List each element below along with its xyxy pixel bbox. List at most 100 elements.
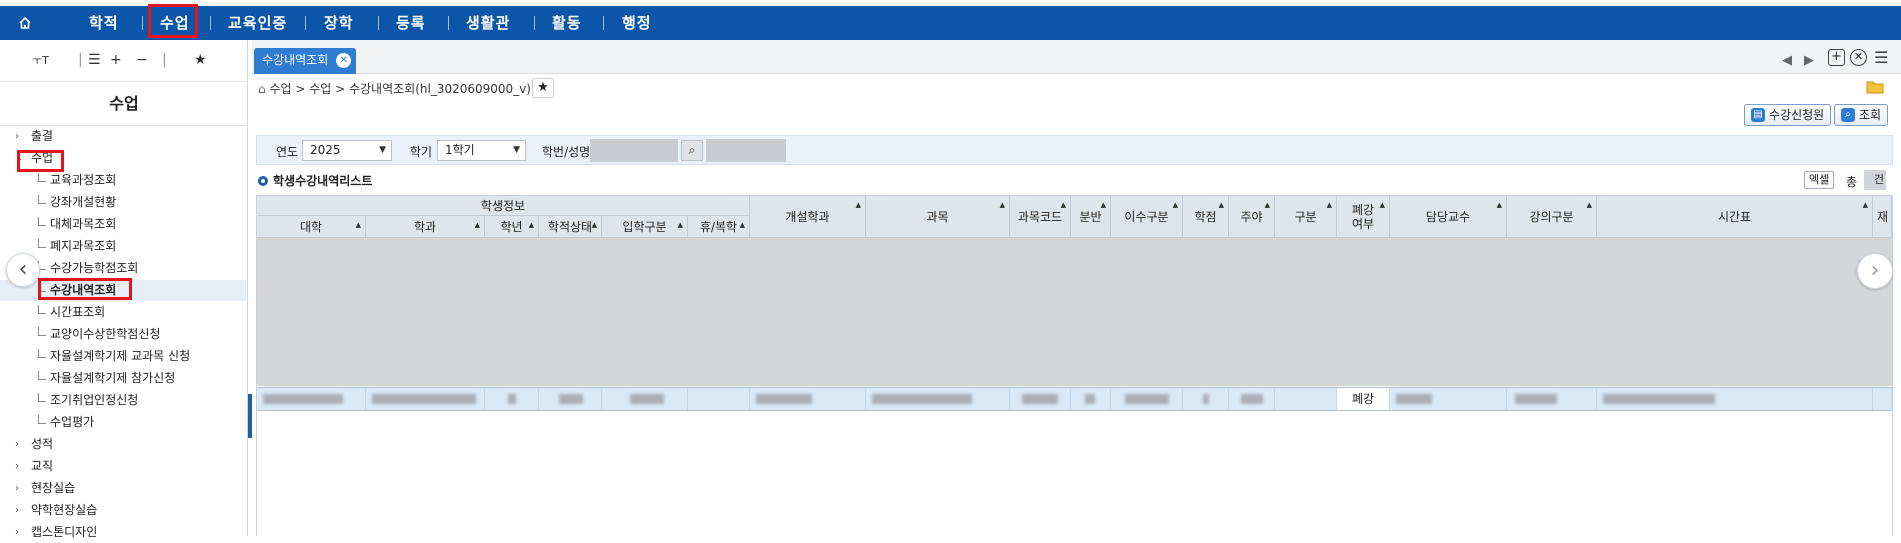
sidebar-item[interactable]: › 출결 <box>0 126 246 147</box>
list-icon[interactable]: ☰ <box>88 52 101 68</box>
sidebar-item-label: 수강가능학점조회 <box>50 261 139 275</box>
menu-sueop[interactable]: 수업 <box>160 6 190 40</box>
header-completion[interactable]: 이수구분 ▲ <box>1111 196 1183 238</box>
sidebar-title: 수업 <box>0 82 248 126</box>
sidebar-item-label: 교육과정조회 <box>50 173 117 187</box>
sidebar-item[interactable]: 시간표조회 <box>0 302 246 323</box>
header-dept[interactable]: 학과 ▲ <box>366 216 485 238</box>
tab-menu-icon[interactable]: ☰ <box>1874 48 1888 67</box>
sidebar-item[interactable]: 강좌개설현황 <box>0 192 246 213</box>
header-course-code[interactable]: 과목코드 ▲ <box>1010 196 1071 238</box>
menu-registration[interactable]: 등록 <box>396 6 426 40</box>
student-name-field <box>706 139 786 162</box>
sidebar-item-label: 수강내역조회 <box>50 283 117 297</box>
search-button[interactable]: ⌕ 조회 <box>1834 104 1889 126</box>
sidebar-splitter-handle[interactable] <box>248 394 252 438</box>
cell-section <box>1071 388 1111 410</box>
menu-dormitory[interactable]: 생활관 <box>466 6 510 40</box>
header-lecture-type[interactable]: 강의구분 ▲ <box>1507 196 1597 238</box>
menu-hakjeok[interactable]: 학적 <box>89 6 119 40</box>
course-application-print-button[interactable]: ▤ 수강신청원 <box>1744 104 1832 126</box>
header-professor[interactable]: 담당교수 ▲ <box>1390 196 1507 238</box>
header-student-info: 학생정보 <box>257 196 750 216</box>
student-id-input[interactable] <box>590 139 678 162</box>
close-all-icon[interactable]: ✕ <box>1850 49 1867 66</box>
header-category[interactable]: 구분 ▲ <box>1275 196 1337 238</box>
tab-course-history[interactable]: 수강내역조회 ✕ <box>254 48 357 74</box>
menu-activity[interactable]: 활동 <box>552 6 582 40</box>
sidebar-item[interactable]: ⌄ 수업 <box>0 148 246 169</box>
sidebar-item[interactable]: 수강내역조회 <box>0 280 246 301</box>
header-timetable[interactable]: 시간표 ▲ <box>1597 196 1873 238</box>
tab-scroll-left-icon[interactable]: ◀ <box>1782 53 1792 68</box>
header-grade[interactable]: 학년 ▲ <box>485 216 539 238</box>
header-leave[interactable]: 휴/복학 ▲ <box>688 216 750 238</box>
chevron-right-icon: › <box>15 131 19 142</box>
year-value: 2025 <box>310 143 341 157</box>
sidebar-item-label: 캡스톤디자인 <box>31 525 98 539</box>
header-day-night[interactable]: 주야 ▲ <box>1229 196 1275 238</box>
sidebar-item[interactable]: 수업평가 <box>0 412 246 433</box>
previous-page-button[interactable]: ‹ <box>6 253 40 287</box>
cell-extra <box>1873 388 1892 410</box>
menu-separator <box>305 16 306 30</box>
collapse-all-button[interactable]: − <box>136 52 148 68</box>
cell-cancel: 폐강 <box>1337 388 1390 410</box>
cell-univ <box>257 388 366 410</box>
header-extra[interactable]: 재 <box>1873 196 1892 238</box>
sidebar-item[interactable]: 교양이수상한학점신청 <box>0 324 246 345</box>
sidebar-toolbar: ㅜT | ☰ + − | ★ <box>0 40 248 82</box>
course-application-label: 수강신청원 <box>1769 108 1825 122</box>
header-cancel[interactable]: 폐강 여부 ▲ <box>1337 196 1390 238</box>
sidebar-item[interactable]: 자율설계학기제 교과목 신청 <box>0 346 246 367</box>
home-button[interactable] <box>0 6 50 40</box>
font-size-icon[interactable]: ㅜT <box>32 52 49 68</box>
cell-status <box>539 388 602 410</box>
favorite-star-icon[interactable]: ★ <box>194 52 207 68</box>
sidebar-item[interactable]: 자율설계학기제 참가신청 <box>0 368 246 389</box>
header-section[interactable]: 분반 ▲ <box>1071 196 1111 238</box>
year-label: 연도 <box>276 145 299 159</box>
magnifier-icon: ⌕ <box>1841 108 1855 122</box>
tab-label: 수강내역조회 <box>262 53 329 67</box>
sidebar-item[interactable]: › 약학현장실습 <box>0 500 246 521</box>
header-univ[interactable]: 대학 ▲ <box>257 216 366 238</box>
sidebar-item-label: 시간표조회 <box>50 305 106 319</box>
new-window-icon[interactable]: + <box>1828 49 1845 66</box>
header-credit[interactable]: 학점 ▲ <box>1183 196 1229 238</box>
menu-separator <box>378 16 379 30</box>
next-page-button[interactable]: › <box>1857 253 1893 289</box>
chevron-right-icon: › <box>15 505 19 516</box>
sidebar-item[interactable]: › 교직 <box>0 456 246 477</box>
menu-education-cert[interactable]: 교육인증 <box>228 6 287 40</box>
student-search-icon[interactable]: ⌕ <box>681 140 703 161</box>
sidebar-item-label: 교양이수상한학점신청 <box>50 327 161 341</box>
sidebar-item[interactable]: 대체과목조회 <box>0 214 246 235</box>
cell-course <box>866 388 1010 410</box>
folder-icon[interactable] <box>1864 80 1886 98</box>
sidebar-item[interactable]: › 캡스톤디자인 <box>0 522 246 543</box>
menu-administration[interactable]: 행정 <box>622 6 652 40</box>
close-tab-icon[interactable]: ✕ <box>336 53 352 68</box>
menu-scholarship[interactable]: 장학 <box>324 6 354 40</box>
year-select[interactable]: 2025 ▼ <box>302 140 392 161</box>
table-row[interactable]: 폐강 <box>257 387 1892 411</box>
expand-all-button[interactable]: + <box>110 52 122 68</box>
home-icon <box>19 16 31 29</box>
header-status[interactable]: 학적상태 ▲ <box>539 216 602 238</box>
sidebar-item[interactable]: 조기취업인정신청 <box>0 390 246 411</box>
sidebar-item-label: 자율설계학기제 교과목 신청 <box>50 349 191 363</box>
sidebar-item[interactable]: › 성적 <box>0 434 246 455</box>
divider: | <box>162 52 167 68</box>
bookmark-star-button[interactable]: ★ <box>532 78 554 98</box>
header-entry[interactable]: 입학구분 ▲ <box>602 216 688 238</box>
sidebar-item[interactable]: 교육과정조회 <box>0 170 246 191</box>
tab-scroll-right-icon[interactable]: ▶ <box>1804 53 1814 68</box>
sidebar-item[interactable]: › 현장실습 <box>0 478 246 499</box>
sidebar-item[interactable]: 폐지과목조회 <box>0 236 246 257</box>
tree-branch-line <box>38 415 46 424</box>
excel-export-button[interactable]: 엑셀 <box>1804 171 1835 189</box>
header-course[interactable]: 과목 ▲ <box>866 196 1010 238</box>
header-open-dept[interactable]: 개설학과 ▲ <box>750 196 866 238</box>
term-select[interactable]: 1학기 ▼ <box>437 140 526 161</box>
